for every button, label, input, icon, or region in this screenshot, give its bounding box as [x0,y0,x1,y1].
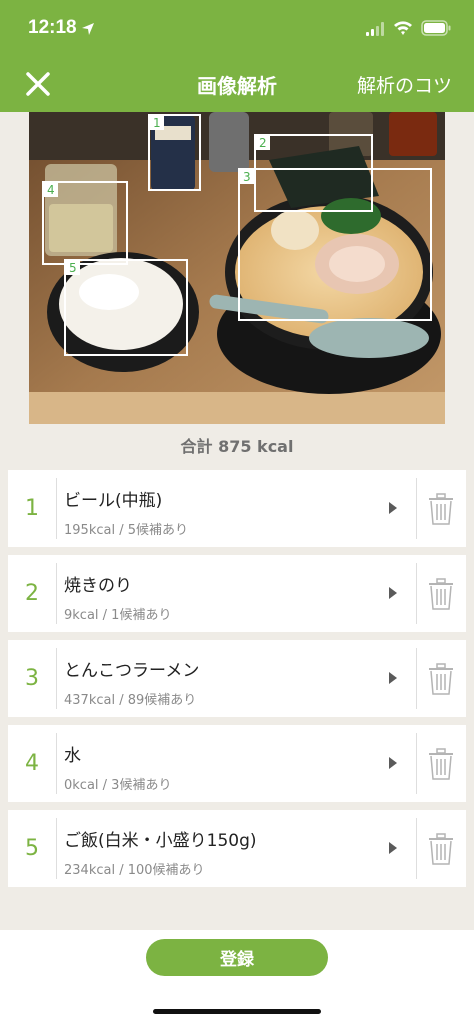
item-index: 4 [25,751,39,776]
detection-box-4[interactable]: 4 [42,181,128,265]
trash-icon[interactable] [428,493,454,525]
play-arrow-icon[interactable] [388,671,398,685]
detection-box-5[interactable]: 5 [64,259,188,356]
detection-box-1[interactable]: 1 [148,114,201,191]
status-bar: 12:18 [0,0,474,58]
divider [416,733,417,794]
register-button[interactable]: 登録 [146,939,328,976]
list-item[interactable]: 3 とんこつラーメン 437kcal / 89候補あり [8,640,466,717]
list-item[interactable]: 5 ご飯(白米・小盛り150g) 234kcal / 100候補あり [8,810,466,887]
play-arrow-icon[interactable] [388,501,398,515]
cellular-signal-icon [366,22,384,36]
item-detail: 0kcal / 3候補あり [64,778,172,793]
item-index: 2 [25,581,39,606]
play-arrow-icon[interactable] [388,756,398,770]
play-arrow-icon[interactable] [388,841,398,855]
item-name: 焼きのり [64,576,132,596]
list-item[interactable]: 2 焼きのり 9kcal / 1候補あり [8,555,466,632]
app-header: 12:18 画像解析 解析のコツ [0,0,474,112]
item-name: ご飯(白米・小盛り150g) [64,831,257,851]
analyzed-photo: 1 2 3 4 5 [29,112,445,424]
item-detail: 195kcal / 5候補あり [64,523,188,538]
trash-icon[interactable] [428,578,454,610]
detection-box-number: 3 [240,170,254,184]
detection-box-number: 5 [66,261,80,275]
item-detail: 437kcal / 89候補あり [64,693,197,708]
divider [416,478,417,539]
detection-box-number: 4 [44,183,58,197]
divider [56,648,57,709]
item-index: 5 [25,836,39,861]
home-indicator[interactable] [153,1009,321,1014]
status-time: 12:18 [28,17,77,38]
detection-box-3[interactable]: 3 [238,168,432,321]
trash-icon[interactable] [428,748,454,780]
item-name: 水 [64,746,81,766]
trash-icon[interactable] [428,833,454,865]
tips-link[interactable]: 解析のコツ [357,71,452,98]
item-index: 1 [25,496,39,521]
item-name: ビール(中瓶) [64,491,163,511]
divider [56,563,57,624]
detection-box-number: 2 [256,136,270,150]
divider [416,818,417,879]
list-item[interactable]: 1 ビール(中瓶) 195kcal / 5候補あり [8,470,466,547]
divider [56,818,57,879]
total-calories: 合計 875 kcal [180,437,294,456]
battery-icon [421,20,451,36]
item-detail: 234kcal / 100候補あり [64,863,205,878]
divider [416,563,417,624]
list-item[interactable]: 4 水 0kcal / 3候補あり [8,725,466,802]
play-arrow-icon[interactable] [388,586,398,600]
trash-icon[interactable] [428,663,454,695]
location-arrow-icon [82,23,94,35]
detection-box-number: 1 [150,116,164,130]
footer-bar: 登録 [0,930,474,1024]
divider [56,478,57,539]
wifi-icon [394,21,412,35]
divider [56,733,57,794]
item-detail: 9kcal / 1候補あり [64,608,172,623]
item-index: 3 [25,666,39,691]
divider [416,648,417,709]
item-name: とんこつラーメン [64,661,200,681]
